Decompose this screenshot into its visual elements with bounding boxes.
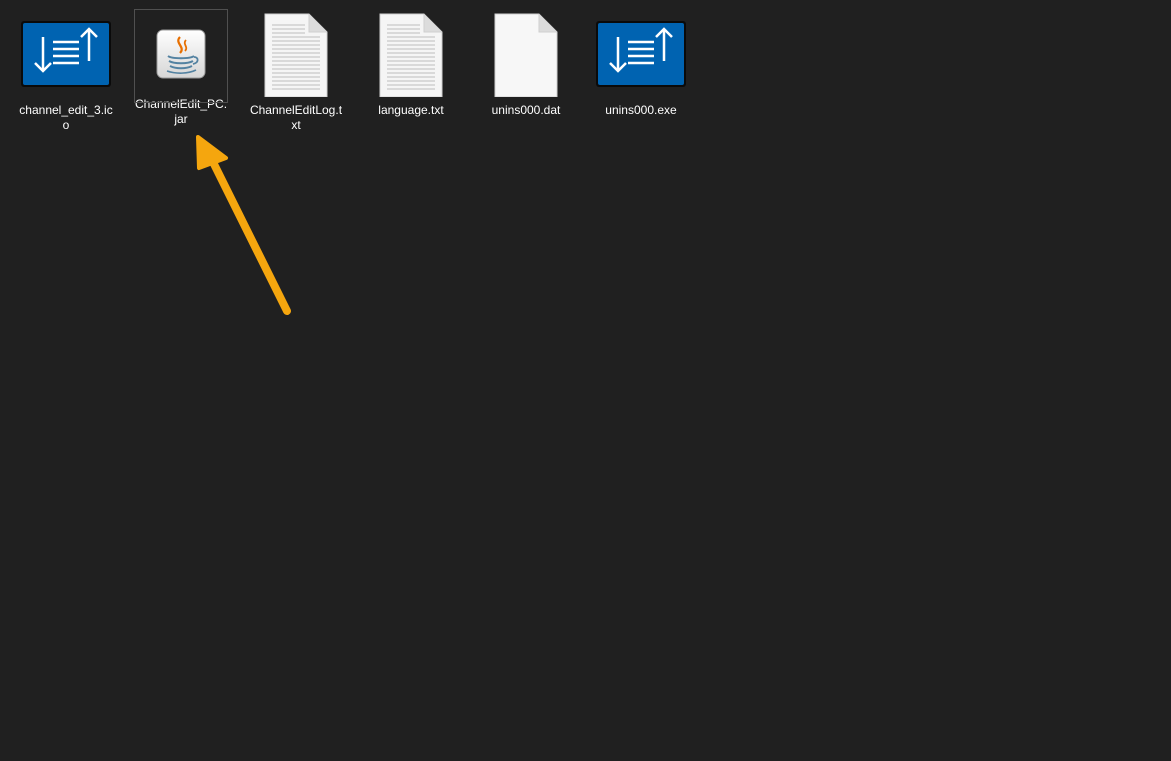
channel-edit-monitor-icon [594,9,688,97]
file-name: unins000.dat [491,103,561,117]
blank-document-icon [479,9,573,97]
channel-edit-monitor-icon [19,9,113,97]
file-item-channeleditlog-txt[interactable]: ChannelEditLog.txt [249,9,343,137]
file-item-language-txt[interactable]: language.txt [364,9,458,137]
file-name: channel_edit_3.ico [19,103,113,132]
file-item-channeledit-pc-jar[interactable]: ChannelEdit_PC.jar [134,9,228,126]
file-name: ChannelEdit_PC.jar [134,97,228,126]
java-icon [134,9,228,97]
file-name: language.txt [378,103,444,117]
file-name: ChannelEditLog.txt [249,103,343,132]
file-explorer-view: channel_edit_3.ico ChannelEdit_PC.jar Ch… [0,0,1171,761]
file-item-channel-edit-ico[interactable]: channel_edit_3.ico [19,9,113,137]
file-item-unins000-dat[interactable]: unins000.dat [479,9,573,137]
file-item-unins000-exe[interactable]: unins000.exe [594,9,688,137]
file-name: unins000.exe [605,103,677,117]
text-document-icon [364,9,458,97]
text-document-icon [249,9,343,97]
